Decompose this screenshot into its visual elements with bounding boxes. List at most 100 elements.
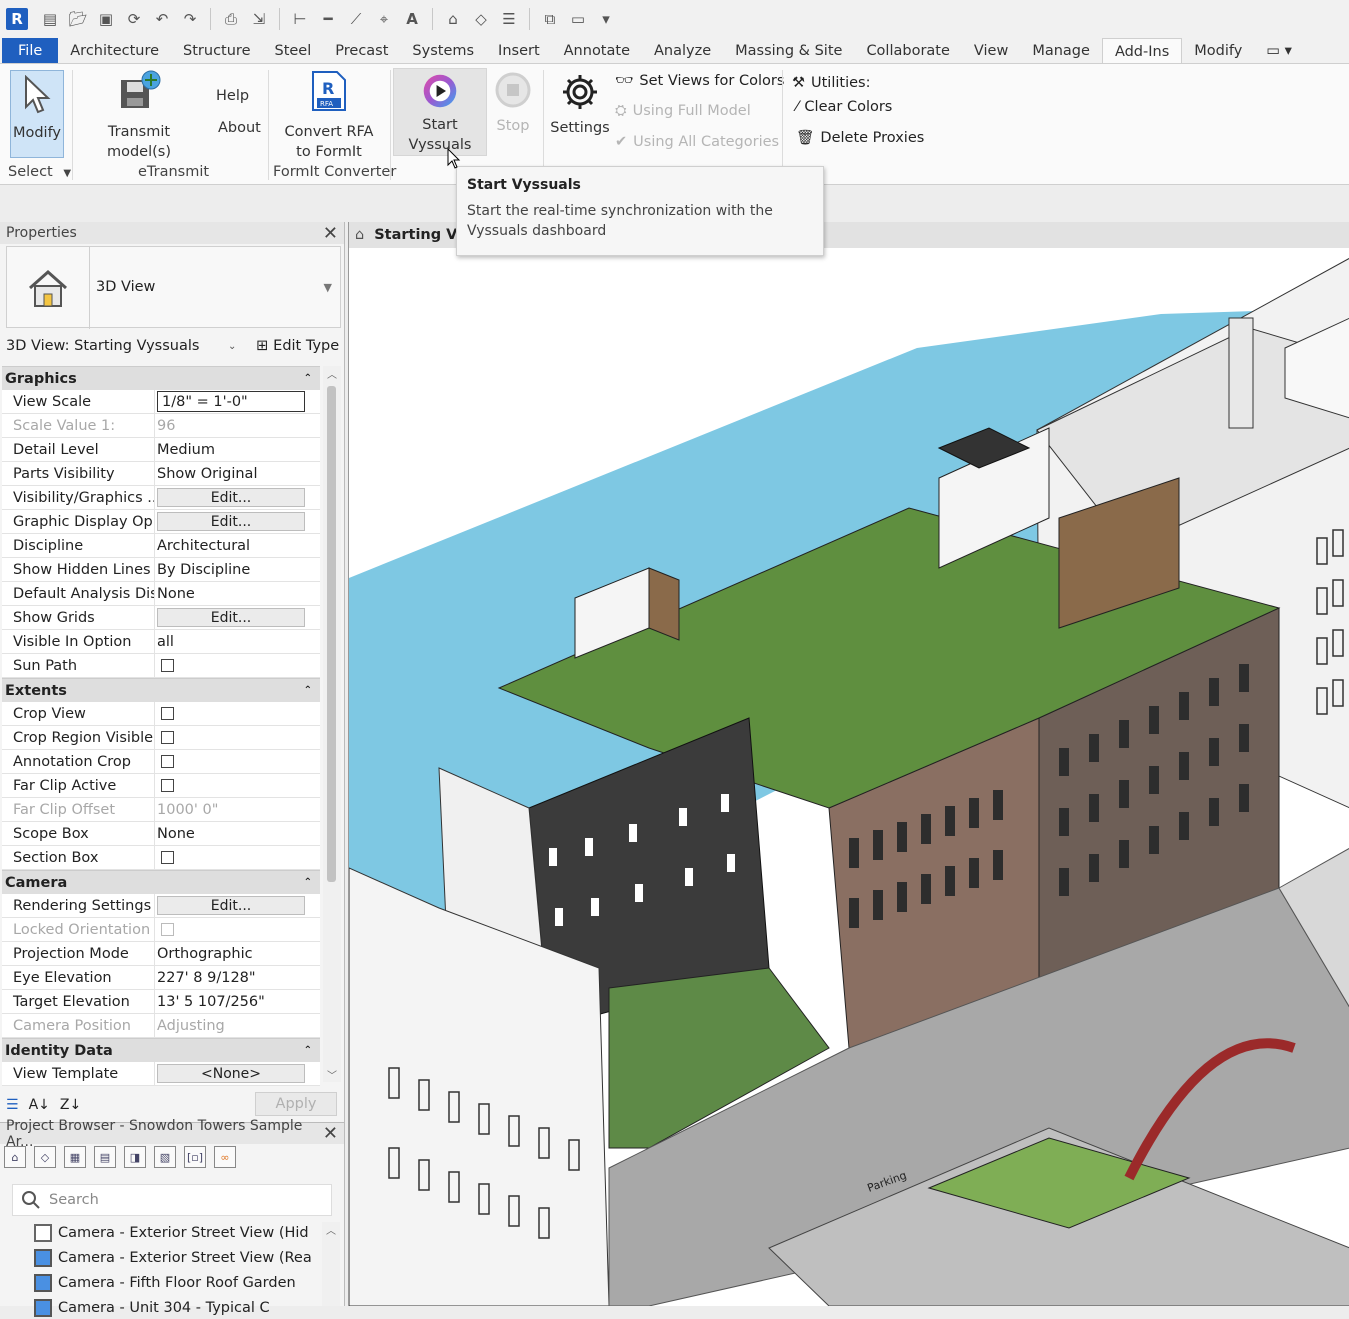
start-vyssuals-button[interactable]: Start Vyssuals [393, 68, 487, 156]
property-value[interactable]: By Discipline [157, 562, 250, 578]
sync-icon[interactable]: ⟳ [122, 8, 146, 30]
using-full-model-button[interactable]: ⛭ Using Full Model [615, 103, 751, 119]
type-selector[interactable]: 3D View ▼ [6, 246, 341, 329]
links-icon[interactable]: ∞ [214, 1146, 236, 1168]
tree-item[interactable]: Camera - Unit 304 - Typical C [34, 1297, 270, 1319]
property-value[interactable]: Medium [157, 442, 215, 458]
section-icon[interactable]: ◇ [469, 8, 493, 30]
save-icon[interactable]: ▣ [94, 8, 118, 30]
ribbon-options-icon[interactable]: ▭ ▾ [1254, 38, 1304, 64]
set-views-button[interactable]: 👓︎ Set Views for Colors [615, 72, 784, 90]
export-icon[interactable]: ⇲ [247, 8, 271, 30]
convert-rfa-button[interactable]: R RFA Convert RFA to FormIt [282, 70, 376, 162]
tab-add-ins[interactable]: Add-Ins [1101, 38, 1183, 64]
align-icon[interactable]: ⊢ [288, 8, 312, 30]
edit-button[interactable]: Edit... [157, 488, 305, 507]
checkbox[interactable] [161, 731, 174, 744]
tab-annotate[interactable]: Annotate [552, 38, 642, 64]
section-camera[interactable]: Camera ⌃ [2, 870, 320, 894]
home-icon[interactable]: ▤ [38, 8, 62, 30]
collapse-icon[interactable]: ⌃ [304, 877, 312, 888]
switch-windows-icon[interactable]: ▭ [566, 8, 590, 30]
property-value[interactable]: 13' 5 107/256" [157, 994, 265, 1010]
edit-button[interactable]: Edit... [157, 896, 305, 915]
redo-icon[interactable]: ↷ [178, 8, 202, 30]
tree-item[interactable]: Camera - Exterior Street View (Hid [34, 1222, 309, 1244]
checkbox[interactable] [161, 707, 174, 720]
apply-button[interactable]: Apply [255, 1092, 337, 1116]
tree-item[interactable]: Camera - Exterior Street View (Rea [34, 1247, 312, 1269]
tree-scrollbar[interactable]: ︿ [322, 1222, 340, 1306]
instance-selector[interactable]: 3D View: Starting Vyssuals ⌄ ⊞ Edit Type [6, 334, 341, 358]
modify-button[interactable]: Modify [10, 70, 64, 158]
view-scale-input[interactable]: 1/8" = 1'-0" [157, 391, 305, 412]
section-graphics[interactable]: Graphics ⌃ [2, 366, 320, 390]
scrollbar-thumb[interactable] [327, 386, 336, 882]
collapse-icon[interactable]: ⌃ [304, 1045, 312, 1056]
open-icon[interactable]: 📂︎ [66, 8, 90, 30]
close-icon[interactable]: ✕ [323, 1123, 338, 1144]
measure-icon[interactable]: ━ [316, 8, 340, 30]
print-icon[interactable]: ⎙ [219, 8, 243, 30]
property-value[interactable]: Show Original [157, 466, 257, 482]
legends-icon[interactable]: ▦ [64, 1146, 86, 1168]
dimension-icon[interactable]: ⟋ [344, 8, 368, 30]
scroll-down-icon[interactable]: ﹀ [323, 1067, 341, 1082]
tab-steel[interactable]: Steel [263, 38, 324, 64]
help-button[interactable]: Help [216, 86, 249, 106]
schedules-icon[interactable]: ▤ [94, 1146, 116, 1168]
checkbox[interactable] [161, 659, 174, 672]
model-canvas[interactable]: Parking [349, 248, 1349, 1306]
checkbox[interactable] [161, 779, 174, 792]
about-button[interactable]: About [218, 118, 261, 138]
collapse-icon[interactable]: ⌃ [304, 373, 312, 384]
tab-insert[interactable]: Insert [486, 38, 552, 64]
clear-colors-button[interactable]: ⁄ Clear Colors [796, 99, 892, 115]
transmit-model-button[interactable]: Transmit model(s) [78, 70, 200, 162]
edit-type-button[interactable]: ⊞ Edit Type [256, 338, 339, 354]
categorized-icon[interactable]: ☰ [6, 1097, 19, 1113]
sort-ascending-icon[interactable]: A↓ [29, 1097, 50, 1113]
close-icon[interactable]: ✕ [323, 223, 338, 244]
tab-structure[interactable]: Structure [171, 38, 262, 64]
thin-lines-icon[interactable]: ☰ [497, 8, 521, 30]
property-value[interactable]: all [157, 634, 174, 650]
chevron-down-icon[interactable]: ▼ [324, 281, 332, 294]
delete-proxies-button[interactable]: 🗑︎ Delete Proxies [796, 129, 924, 147]
tab-modify[interactable]: Modify [1182, 38, 1254, 64]
using-all-categories-button[interactable]: ✔ Using All Categories [615, 134, 779, 150]
tab-view[interactable]: View [962, 38, 1020, 64]
section-identity-data[interactable]: Identity Data ⌃ [2, 1038, 320, 1062]
edit-button[interactable]: Edit... [157, 512, 305, 531]
edit-button[interactable]: Edit... [157, 608, 305, 627]
stop-button[interactable]: Stop [494, 72, 532, 136]
text-icon[interactable]: A [400, 8, 424, 30]
families-icon[interactable]: ▧ [154, 1146, 176, 1168]
tab-manage[interactable]: Manage [1020, 38, 1102, 64]
section-extents[interactable]: Extents ⌃ [2, 678, 320, 702]
tab-collaborate[interactable]: Collaborate [854, 38, 961, 64]
tree-item[interactable]: Camera - Fifth Floor Roof Garden [34, 1272, 296, 1294]
customize-qat-icon[interactable]: ▾ [594, 8, 618, 30]
chevron-down-icon[interactable]: ⌄ [228, 341, 250, 352]
edit-button[interactable]: <None> [157, 1064, 305, 1083]
properties-scrollbar[interactable]: ︿ ﹀ [323, 366, 341, 1082]
project-browser-search[interactable]: Search [12, 1184, 332, 1216]
settings-button[interactable]: Settings [550, 72, 610, 138]
collapse-icon[interactable]: ⌃ [304, 685, 312, 696]
property-value[interactable]: None [157, 586, 195, 602]
tab-analyze[interactable]: Analyze [642, 38, 723, 64]
tag-icon[interactable]: ⌖ [372, 8, 396, 30]
revit-logo[interactable]: R [6, 8, 28, 30]
property-value[interactable]: Architectural [157, 538, 250, 554]
close-hidden-icon[interactable]: ⧉ [538, 8, 562, 30]
property-value[interactable]: Orthographic [157, 946, 253, 962]
tab-precast[interactable]: Precast [323, 38, 400, 64]
sort-descending-icon[interactable]: Z↓ [60, 1097, 81, 1113]
sheets-icon[interactable]: ◨ [124, 1146, 146, 1168]
views-icon[interactable]: ⌂ [4, 1146, 26, 1168]
tab-systems[interactable]: Systems [400, 38, 486, 64]
checkbox[interactable] [161, 755, 174, 768]
scroll-up-icon[interactable]: ︿ [323, 366, 341, 381]
groups-icon[interactable]: [▫] [184, 1146, 206, 1168]
